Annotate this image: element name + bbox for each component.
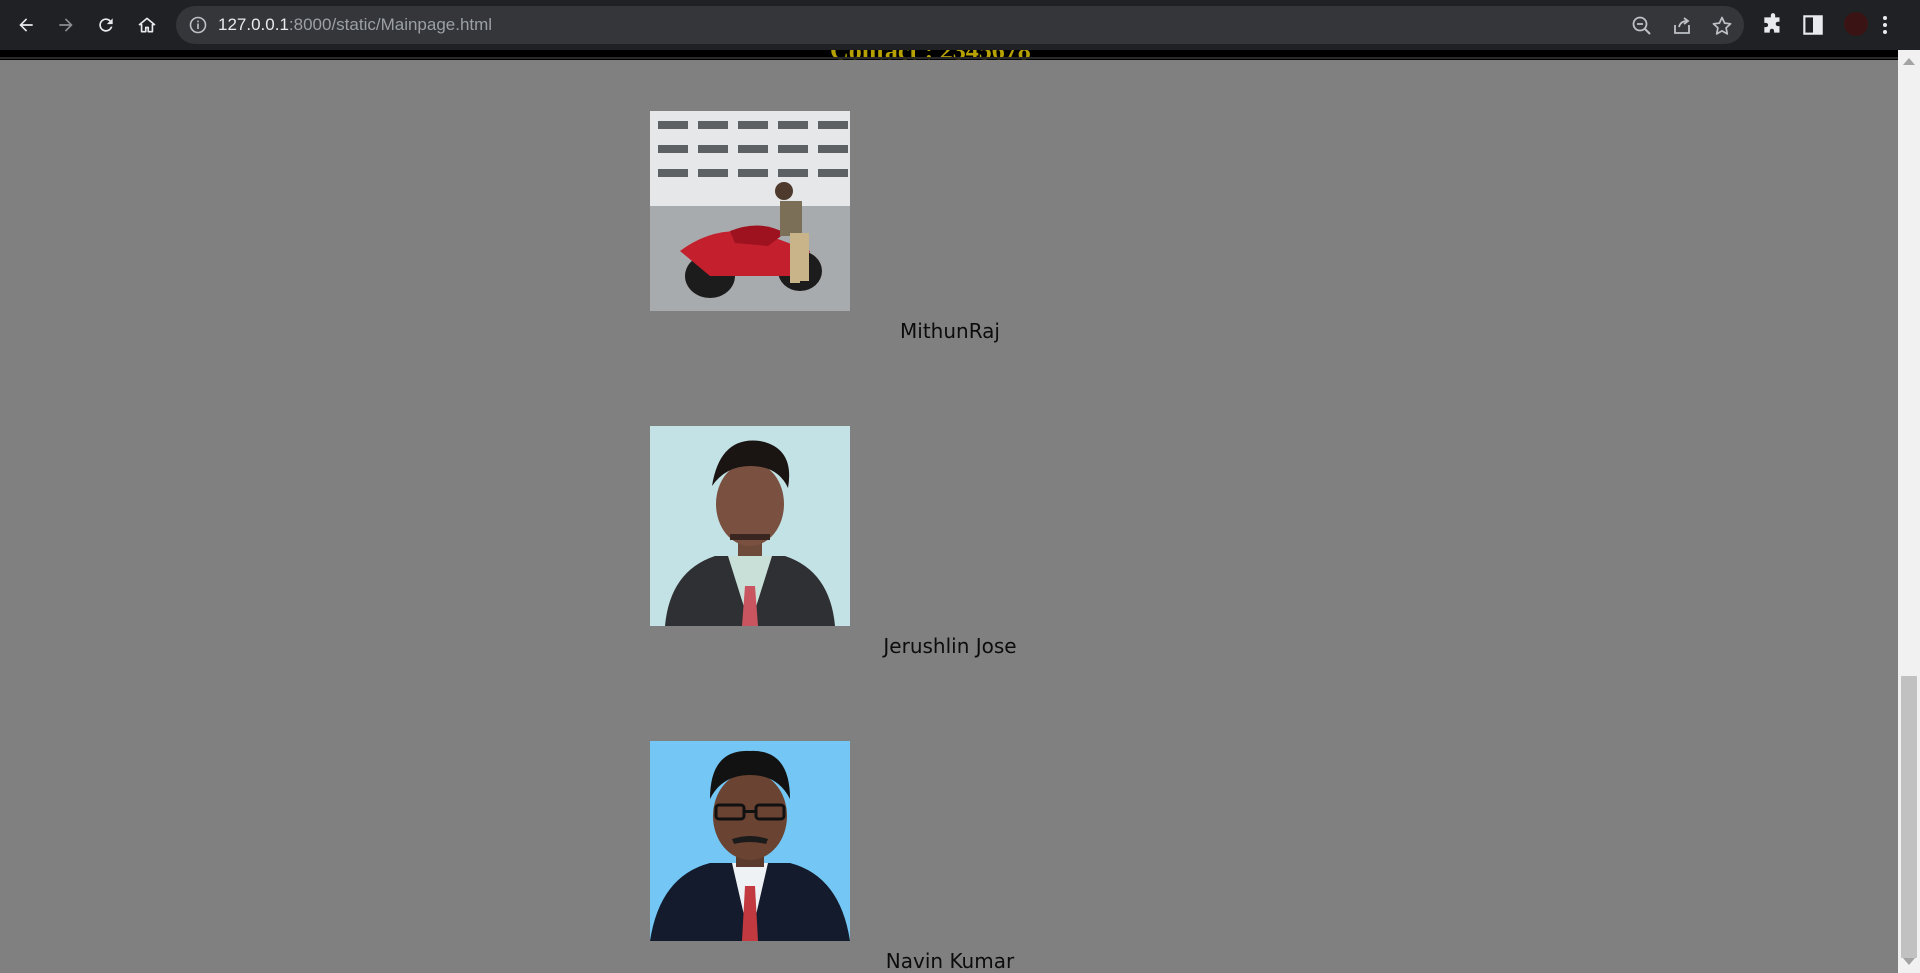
scroll-thumb[interactable] (1901, 676, 1917, 958)
back-icon[interactable] (12, 11, 40, 39)
member-photo (650, 741, 850, 941)
home-icon[interactable] (133, 11, 161, 39)
side-panel-icon[interactable] (1800, 12, 1826, 38)
address-bar[interactable]: 127.0.0.1:8000/static/Mainpage.html (176, 6, 1744, 44)
header-divider (0, 57, 1898, 59)
extensions-icon[interactable] (1760, 12, 1786, 38)
bookmark-star-icon[interactable] (1711, 15, 1733, 37)
scroll-up-arrow-icon[interactable] (1903, 58, 1915, 65)
browser-toolbar: 127.0.0.1:8000/static/Mainpage.html (0, 0, 1920, 50)
profile-avatar[interactable] (1844, 12, 1868, 36)
info-icon[interactable] (188, 15, 208, 35)
member-photo (650, 111, 850, 311)
member-name: Navin Kumar (885, 949, 1015, 973)
member-photo (650, 426, 850, 626)
zoom-out-icon[interactable] (1631, 15, 1653, 37)
member-name: MithunRaj (900, 319, 1000, 343)
reload-icon[interactable] (92, 11, 120, 39)
page-scrollbar[interactable] (1898, 50, 1920, 973)
scroll-down-arrow-icon[interactable] (1903, 958, 1915, 965)
share-icon[interactable] (1671, 15, 1693, 37)
menu-dots-icon[interactable] (1880, 12, 1894, 38)
forward-icon[interactable] (52, 11, 80, 39)
member-name: Jerushlin Jose (883, 634, 1017, 658)
url-text[interactable]: 127.0.0.1:8000/static/Mainpage.html (218, 15, 492, 35)
url-path: :8000/static/Mainpage.html (288, 15, 493, 34)
page-header: Contact : 2345678 (0, 50, 1898, 60)
url-host: 127.0.0.1 (218, 15, 289, 34)
